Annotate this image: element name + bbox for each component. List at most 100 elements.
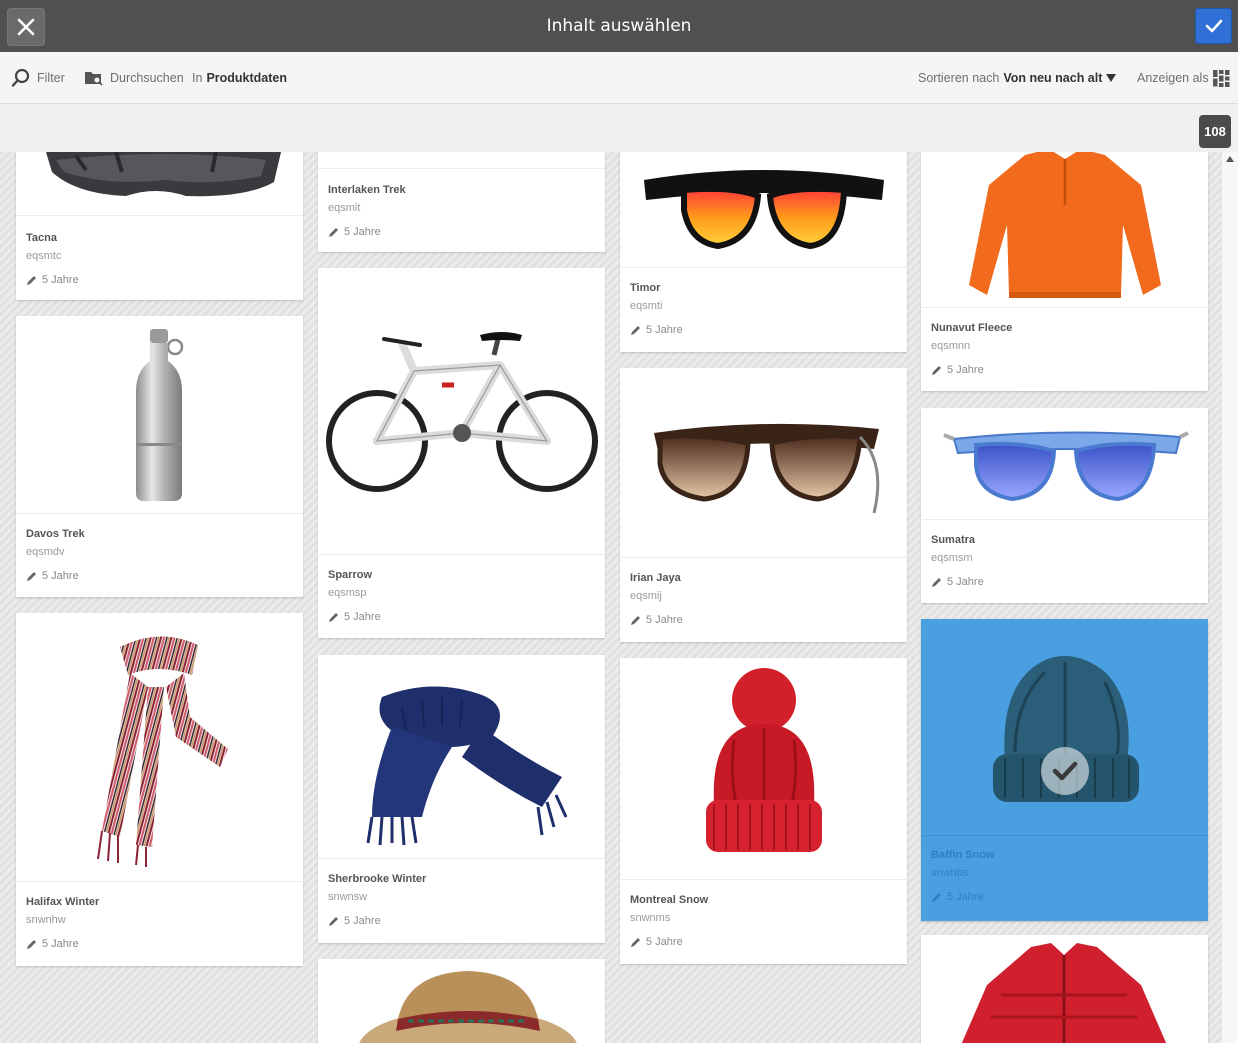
card-title: Tacna (26, 232, 57, 244)
card-title: Halifax Winter (26, 896, 100, 908)
card-sumatra[interactable]: Sumatra eqsmsm 5 Jahre (921, 408, 1208, 603)
card-sku: eqsmnn (931, 340, 971, 352)
card-sku: eqsmsp (328, 587, 367, 599)
location-name: Produktdaten (206, 71, 287, 85)
card-sku: eqsmij (630, 590, 662, 602)
card-sherbrooke-winter[interactable]: Sherbrooke Winter snwnsw 5 Jahre (318, 655, 605, 943)
pencil-icon (932, 365, 941, 375)
card-nunavut-fleece[interactable]: Nunavut Fleece eqsmnn 5 Jahre (921, 152, 1208, 391)
card-meta: 5 Jahre (328, 226, 595, 238)
card-meta: 5 Jahre (26, 570, 293, 582)
card-meta: 5 Jahre (328, 915, 595, 927)
vertical-scrollbar[interactable] (1222, 152, 1238, 1043)
orange-fleece-image (921, 152, 1208, 308)
card-davos-trek[interactable]: Davos Trek eqsmdv 5 Jahre (16, 316, 303, 597)
toolbar: Filter Durchsuchen In Produktdaten Sorti… (0, 52, 1238, 104)
card-age: 5 Jahre (947, 891, 984, 903)
sort-dropdown[interactable]: Sortieren nach Von neu nach alt (918, 52, 1117, 104)
pencil-icon (631, 937, 640, 947)
card-title: Sumatra (931, 534, 976, 546)
card-age: 5 Jahre (42, 274, 79, 286)
card-meta: 5 Jahre (630, 324, 897, 336)
card-meta: 5 Jahre (931, 576, 1198, 588)
card-age: 5 Jahre (344, 611, 381, 623)
card-title: Timor (630, 282, 661, 294)
result-count-badge: 108 (1199, 115, 1231, 148)
title-bar: Inhalt auswählen (0, 0, 1238, 52)
striped-scarf-image (16, 613, 303, 882)
location-prefix: In (192, 71, 203, 85)
card-age: 5 Jahre (646, 324, 683, 336)
card-sku: snwnbs (931, 867, 969, 879)
card-sku: snwnsw (328, 891, 368, 903)
card-irian-jaya[interactable]: Irian Jaya eqsmij 5 Jahre (620, 368, 907, 642)
pencil-icon (329, 227, 338, 237)
location-breadcrumb[interactable]: In Produktdaten (192, 52, 287, 104)
confirm-button[interactable] (1195, 8, 1232, 44)
pencil-icon (27, 275, 36, 285)
pencil-icon (932, 892, 941, 902)
browse-button[interactable]: Durchsuchen (84, 52, 184, 104)
view-switcher[interactable]: Anzeigen als (1137, 52, 1230, 104)
card-meta: 5 Jahre (630, 614, 897, 626)
pencil-icon (631, 325, 640, 335)
checkmark-icon (1052, 761, 1078, 781)
card-red-jacket[interactable] (921, 935, 1208, 1043)
filter-button[interactable]: Filter (11, 52, 65, 104)
card-sku: eqsmtc (26, 250, 62, 262)
card-grid: Tacna eqsmtc 5 Jahre Davos Trek eqsmdv 5 (0, 152, 1222, 1043)
pencil-icon (932, 577, 941, 587)
card-age: 5 Jahre (42, 570, 79, 582)
folder-search-icon (85, 72, 103, 86)
card-title: Nunavut Fleece (931, 322, 1013, 334)
card-timor[interactable]: Timor eqsmti 5 Jahre (620, 152, 907, 352)
status-strip: 108 (0, 104, 1238, 152)
card-age: 5 Jahre (646, 936, 683, 948)
scroll-up-arrow-icon[interactable] (1226, 156, 1234, 162)
card-age: 5 Jahre (947, 364, 984, 376)
checkmark-icon (1205, 19, 1222, 33)
filter-label: Filter (37, 71, 65, 85)
card-montreal-snow[interactable]: Montreal Snow snwnms 5 Jahre (620, 658, 907, 964)
pencil-icon (27, 571, 36, 581)
card-meta: 5 Jahre (328, 611, 595, 623)
card-meta: 5 Jahre (630, 936, 897, 948)
navy-scarf-image (318, 655, 605, 859)
card-meta: 5 Jahre (931, 364, 1198, 376)
close-icon (17, 18, 35, 36)
card-title: Davos Trek (26, 528, 85, 540)
helmet-image (16, 152, 303, 216)
card-sku: eqsmit (328, 202, 361, 214)
pencil-icon (329, 612, 338, 622)
card-view-icon (1212, 69, 1230, 87)
card-sun-hat[interactable] (318, 959, 605, 1043)
card-title: Sherbrooke Winter (328, 873, 427, 885)
close-button[interactable] (7, 8, 45, 46)
card-title: Montreal Snow (630, 894, 709, 906)
sort-value: Von neu nach alt (1003, 71, 1103, 85)
product-image (318, 152, 605, 169)
card-meta: 5 Jahre (26, 938, 293, 950)
card-title: Baffin Snow (931, 849, 995, 861)
view-label: Anzeigen als (1137, 71, 1209, 85)
blue-beanie-image (921, 619, 1208, 836)
card-title: Interlaken Trek (328, 184, 406, 196)
sort-label: Sortieren nach (918, 71, 1000, 85)
card-sparrow[interactable]: Sparrow eqsmsp 5 Jahre (318, 268, 605, 638)
card-halifax-winter[interactable]: Halifax Winter snwnhw 5 Jahre (16, 613, 303, 966)
card-interlaken-trek[interactable]: Interlaken Trek eqsmit 5 Jahre (318, 152, 605, 252)
caret-down-icon (1106, 74, 1117, 82)
red-jacket-image (921, 935, 1208, 1043)
card-title: Irian Jaya (630, 572, 681, 584)
pencil-icon (27, 939, 36, 949)
pencil-icon (631, 615, 640, 625)
card-tacna[interactable]: Tacna eqsmtc 5 Jahre (16, 152, 303, 300)
card-baffin-snow-selected[interactable]: Baffin Snow snwnbs 5 Jahre (921, 619, 1208, 921)
search-icon (11, 68, 30, 87)
sun-hat-image (318, 959, 605, 1043)
card-meta: 5 Jahre (931, 891, 1198, 903)
card-sku: eqsmdv (26, 546, 65, 558)
card-sku: snwnhw (26, 914, 66, 926)
selected-check-overlay (1041, 747, 1089, 795)
browse-label: Durchsuchen (110, 71, 184, 85)
